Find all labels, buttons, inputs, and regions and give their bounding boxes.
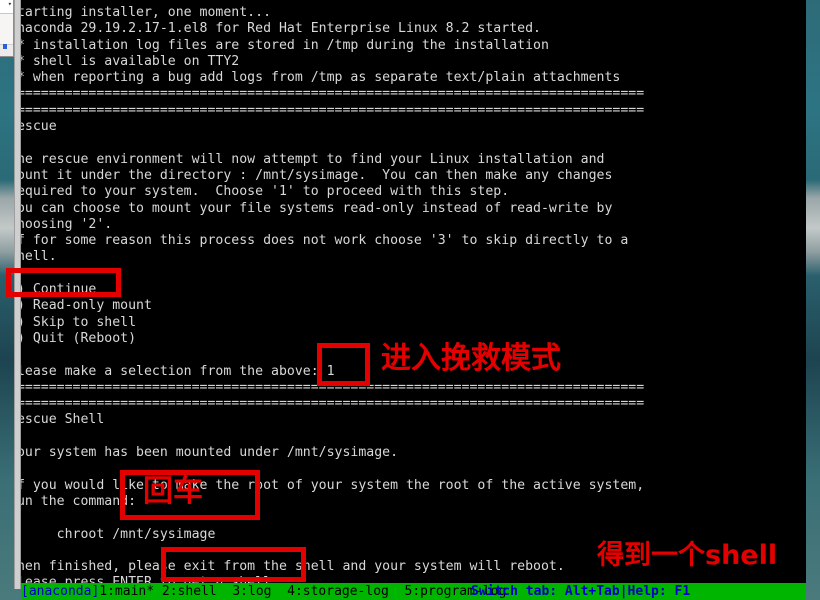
status-bar-tabs[interactable]: [anaconda]1:main* 2:shell 3:log 4:storag… [21, 583, 506, 600]
terminal-line: Starting installer, one moment... [21, 5, 272, 20]
partially-hidden-window[interactable]: ▾ [0, 0, 14, 57]
terminal-line: ========================================… [21, 102, 645, 118]
status-bar-tab-list[interactable]: 1:main* 2:shell 3:log 4:storage-log 5:pr… [99, 584, 506, 599]
terminal-line: required to your system. Choose '1' to p… [21, 184, 510, 200]
terminal-line: choosing '2'. [21, 216, 113, 232]
window-titlebar[interactable]: ▾ [0, 0, 13, 14]
terminal-line: * when reporting a bug add logs from /tm… [21, 70, 621, 86]
terminal-line: 2) Read-only mount [21, 298, 152, 314]
terminal-line: 1) Continue [21, 282, 97, 298]
terminal-line: ========================================… [21, 396, 645, 412]
terminal-line: Rescue Shell [21, 412, 105, 428]
highlight-selection-input [317, 343, 370, 386]
chevron-down-icon[interactable]: ▾ [8, 1, 12, 8]
terminal-line: The rescue environment will now attempt … [21, 151, 605, 167]
terminal-line: Rescue [21, 119, 57, 135]
highlight-press-enter-for-shell [161, 547, 306, 582]
terminal-line: mount it under the directory : /mnt/sysi… [21, 167, 613, 183]
terminal-line: If for some reason this process does not… [21, 233, 629, 249]
terminal-line: shell. [21, 249, 57, 265]
highlight-continue-option [6, 268, 121, 297]
terminal-line: ========================================… [21, 379, 645, 395]
terminal-line: anaconda 29.19.2.17-1.el8 for Red Hat En… [21, 21, 541, 37]
annotation-get-a-shell: 得到一个shell [597, 540, 778, 571]
annotation-press-enter: 回车 [143, 474, 203, 509]
annotation-enter-rescue-mode: 进入挽救模式 [381, 341, 561, 376]
window-link-marker[interactable] [3, 44, 7, 49]
window-body [0, 14, 13, 45]
terminal-line: You can choose to mount your file system… [21, 200, 613, 216]
status-bar-hints: Switch tab: Alt+Tab|Help: F1 [471, 583, 690, 600]
terminal-line: * shell is available on TTY2 [21, 53, 240, 69]
terminal-line: 3) Skip to shell [21, 314, 137, 330]
terminal-line: ========================================… [21, 86, 645, 102]
status-bar-app-tag: [anaconda] [21, 584, 100, 599]
terminal-line: Your system has been mounted under /mnt/… [21, 445, 399, 461]
hint-switch-tab: Switch tab: Alt+Tab [471, 584, 620, 599]
terminal-line: * installation log files are stored in /… [21, 37, 549, 53]
hint-separator: | [619, 584, 628, 599]
hint-help: Help: F1 [627, 584, 691, 599]
anaconda-status-bar: [anaconda]1:main* 2:shell 3:log 4:storag… [21, 583, 806, 600]
